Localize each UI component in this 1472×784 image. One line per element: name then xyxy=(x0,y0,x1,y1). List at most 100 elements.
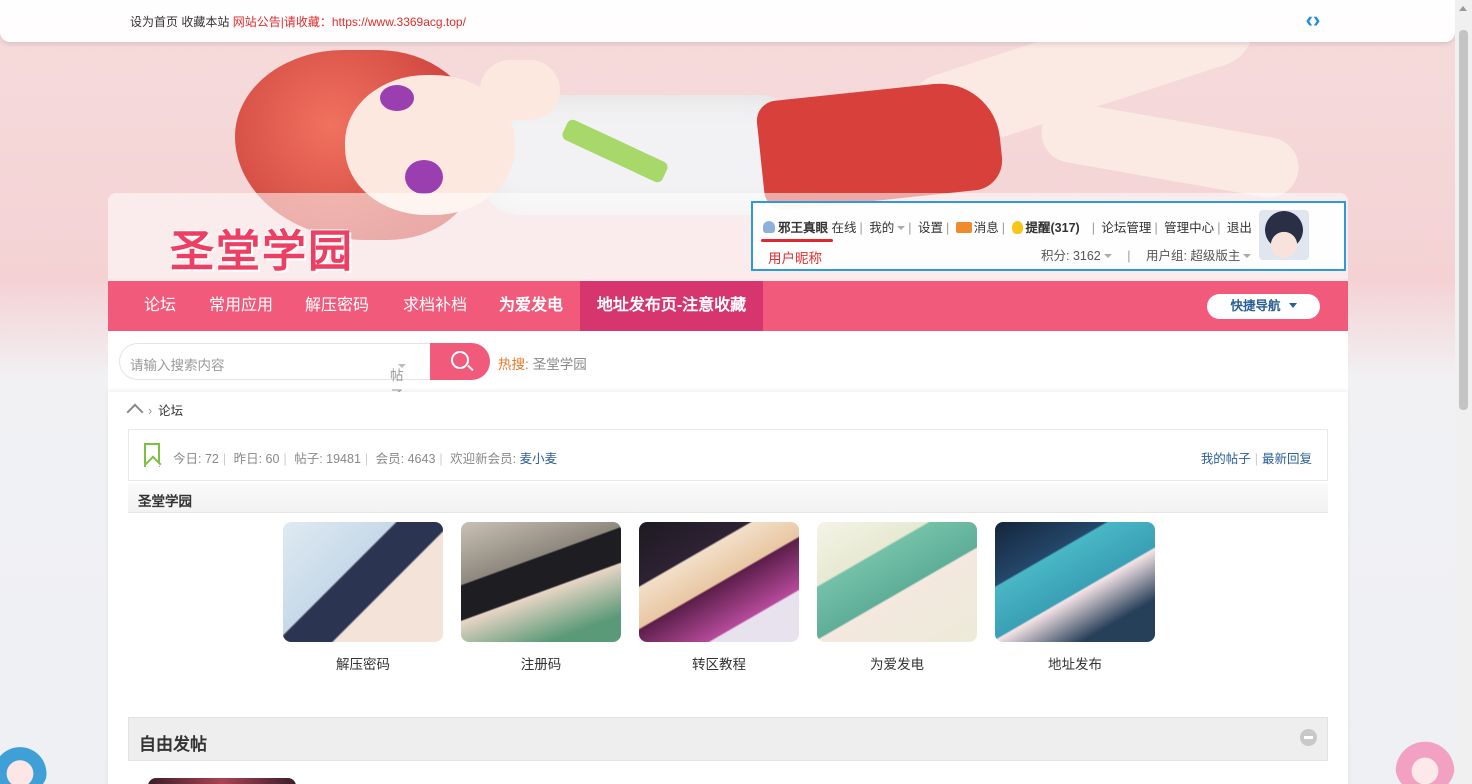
site-logo[interactable]: 圣堂学园 xyxy=(170,215,354,279)
top-bar: 设为首页 收藏本站 网站公告|请收藏：https://www.3369acg.t… xyxy=(0,0,1455,42)
nav-item-request[interactable]: 求档补档 xyxy=(394,281,476,331)
board-card-image[interactable] xyxy=(461,522,621,642)
announcement-link[interactable]: 网站公告 xyxy=(233,15,281,29)
board-card[interactable]: 注册码 xyxy=(461,522,621,673)
home-icon[interactable] xyxy=(128,404,142,416)
nav-item-apps[interactable]: 常用应用 xyxy=(200,281,282,331)
bookmark-site-link[interactable]: 收藏本站 xyxy=(181,15,229,29)
nav-item-donate[interactable]: 为爱发电 xyxy=(490,281,572,331)
points-link[interactable]: 积分: 3162 xyxy=(1041,249,1101,263)
main-container: 圣堂学园 邪王真眼 在线 | 我的 | 设置 | 消息 | 提醒(317) | 论坛管理 |… xyxy=(108,193,1348,784)
board-card[interactable]: 解压密码 xyxy=(283,522,443,673)
quick-nav-label: 快捷导航 xyxy=(1230,299,1281,313)
search-icon xyxy=(451,351,469,369)
scrollbar-thumb[interactable] xyxy=(1459,30,1468,410)
set-home-link[interactable]: 设为首页 xyxy=(130,15,178,29)
nav-item-forum[interactable]: 论坛 xyxy=(128,281,192,331)
board-card-image[interactable] xyxy=(817,522,977,642)
search-placeholder: 请输入搜索内容 xyxy=(130,358,225,373)
chevron-down-icon xyxy=(897,226,906,230)
chevron-down-icon xyxy=(1243,254,1252,258)
stats-links: 我的帖子 | 最新回复 xyxy=(1200,452,1312,466)
hot-search: 热搜: 圣堂学园 xyxy=(498,353,587,373)
section-header: 圣堂学园 xyxy=(128,483,1328,513)
mine-menu[interactable]: 我的 xyxy=(869,221,894,235)
board-card-caption[interactable]: 注册码 xyxy=(461,653,621,673)
collapse-icon[interactable] xyxy=(1300,729,1317,746)
banner-art-part xyxy=(480,60,560,120)
welcome-text: 欢迎新会员: xyxy=(450,452,517,466)
new-member-link[interactable]: 麦小麦 xyxy=(520,452,558,466)
stat-members: 会员: 4643 xyxy=(375,452,436,466)
board-card[interactable]: 为爱发电 xyxy=(817,522,977,673)
board-card-image[interactable] xyxy=(639,522,799,642)
scroll-up-arrow-icon[interactable] xyxy=(1459,6,1467,11)
my-posts-link[interactable]: 我的帖子 xyxy=(1201,452,1251,466)
settings-link[interactable]: 设置 xyxy=(918,221,943,235)
nav-item-address[interactable]: 地址发布页-注意收藏 xyxy=(580,281,763,331)
annotation-underline xyxy=(761,239,833,242)
search-icon-handle xyxy=(467,364,474,372)
content-area: › 论坛 今日: 72 | 昨日: 60 | 帖子: 19481 | 会员: 4643 |… xyxy=(108,392,1348,784)
nav-item-unzip-password[interactable]: 解压密码 xyxy=(296,281,378,331)
board-card-image[interactable] xyxy=(283,522,443,642)
site-header: 圣堂学园 邪王真眼 在线 | 我的 | 设置 | 消息 | 提醒(317) | 论坛管理 |… xyxy=(108,193,1348,281)
banner-art-part xyxy=(380,85,414,111)
board-cards: 解压密码 注册码 转区教程 为爱发电 地址发布 xyxy=(128,513,1328,698)
main-nav: 论坛 常用应用 解压密码 求档补档 为爱发电 地址发布页-注意收藏 快捷导航 xyxy=(108,281,1348,331)
board-card-caption[interactable]: 转区教程 xyxy=(639,653,799,673)
bookmark-icon xyxy=(144,443,160,467)
board-card-caption[interactable]: 地址发布 xyxy=(995,653,1155,673)
latest-reply-link[interactable]: 最新回复 xyxy=(1262,452,1312,466)
board-card-caption[interactable]: 为爱发电 xyxy=(817,653,977,673)
user-menu-row: 邪王真眼 在线 | 我的 | 设置 | 消息 | 提醒(317) | 论坛管理 | 管理中心… xyxy=(763,217,1252,236)
user-info-row: 积分: 3162 | 用户组: 超级版主 xyxy=(1041,245,1252,264)
mail-icon xyxy=(955,222,972,233)
user-icon xyxy=(763,221,775,233)
search-input[interactable]: 请输入搜索内容 帖子 xyxy=(119,343,431,403)
user-group-link[interactable]: 用户组: 超级版主 xyxy=(1146,249,1240,263)
chevron-down-icon xyxy=(1103,254,1112,258)
search-bar: 请输入搜索内容 帖子 热搜: 圣堂学园 xyxy=(108,331,1348,403)
free-post-title[interactable]: 自由发帖 xyxy=(139,730,207,755)
board-card[interactable]: 地址发布 xyxy=(995,522,1155,673)
reminders-link[interactable]: 提醒(317) xyxy=(1026,221,1080,235)
code-toggle-icon[interactable]: ‹› xyxy=(1300,8,1326,32)
corner-mascot-left xyxy=(0,740,48,784)
chevron-right-icon: › xyxy=(148,404,153,418)
stat-today: 今日: 72 xyxy=(173,452,219,466)
chevron-down-icon xyxy=(398,364,406,368)
banner-art-part xyxy=(1036,97,1304,203)
top-links: 设为首页 收藏本站 网站公告|请收藏：https://www.3369acg.t… xyxy=(130,13,466,30)
collect-url-text: |请收藏：https://www.3369acg.top/ xyxy=(280,15,466,29)
triangle-down-icon xyxy=(1288,303,1297,308)
corner-mascot-right xyxy=(1395,735,1455,784)
hot-search-keyword[interactable]: 圣堂学园 xyxy=(533,357,587,372)
username-link[interactable]: 邪王真眼 xyxy=(778,221,828,235)
forum-admin-link[interactable]: 论坛管理 xyxy=(1101,221,1151,235)
breadcrumb: › 论坛 xyxy=(128,400,183,419)
banner-art-part xyxy=(405,160,443,194)
online-status: 在线 xyxy=(831,221,857,235)
avatar[interactable] xyxy=(1259,210,1309,260)
bulb-icon xyxy=(1011,221,1023,234)
section-title[interactable]: 圣堂学园 xyxy=(138,490,192,510)
stats-text: 今日: 72 | 昨日: 60 | 帖子: 19481 | 会员: 4643 | 欢迎新… xyxy=(173,452,558,466)
board-card-image[interactable] xyxy=(995,522,1155,642)
admin-center-link[interactable]: 管理中心 xyxy=(1164,221,1214,235)
user-panel: 邪王真眼 在线 | 我的 | 设置 | 消息 | 提醒(317) | 论坛管理 | 管理中心… xyxy=(751,201,1346,271)
quick-nav-button[interactable]: 快捷导航 xyxy=(1207,294,1320,319)
search-button[interactable] xyxy=(430,343,490,380)
free-post-thumbnail[interactable] xyxy=(148,778,296,784)
board-card[interactable]: 转区教程 xyxy=(639,522,799,673)
stat-yesterday: 昨日: 60 xyxy=(233,452,280,466)
board-card-caption[interactable]: 解压密码 xyxy=(283,653,443,673)
nickname-annotation: 用户昵称 xyxy=(768,251,822,266)
logout-link[interactable]: 退出 xyxy=(1227,221,1252,235)
breadcrumb-forum[interactable]: 论坛 xyxy=(158,404,183,418)
free-post-section-header: 自由发帖 xyxy=(128,717,1328,761)
forum-stats: 今日: 72 | 昨日: 60 | 帖子: 19481 | 会员: 4643 | 欢迎新… xyxy=(128,429,1328,481)
hot-search-label: 热搜: xyxy=(498,357,529,372)
stat-posts: 帖子: 19481 xyxy=(294,452,361,466)
messages-link[interactable]: 消息 xyxy=(974,221,999,235)
